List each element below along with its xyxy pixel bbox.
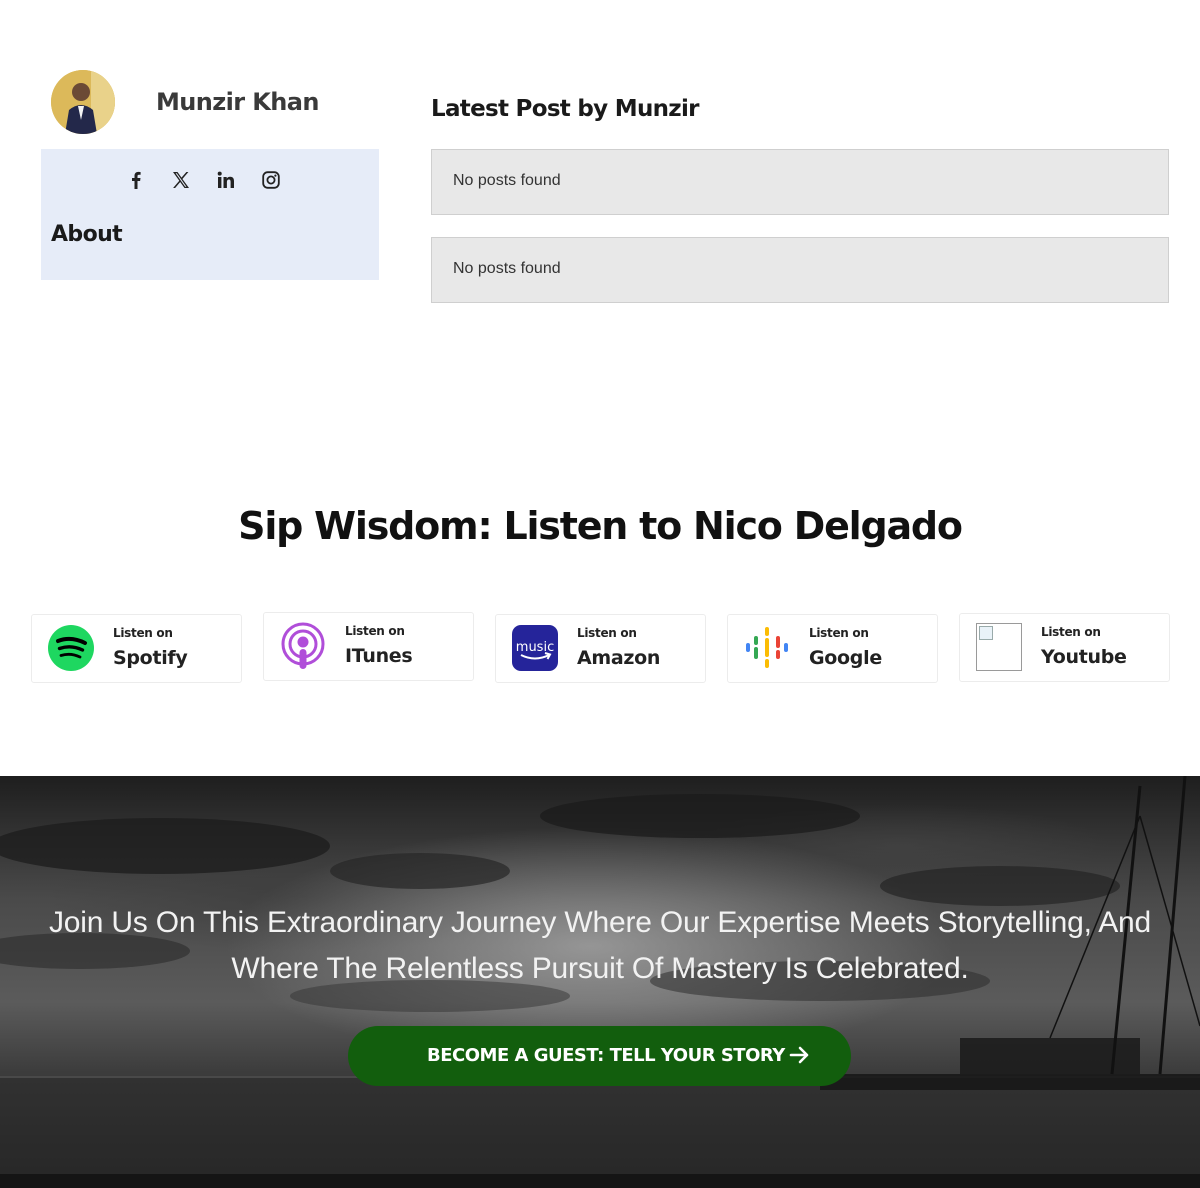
listen-on-label: Listen on [1041,625,1101,639]
social-links [41,169,379,191]
author-photo [51,70,115,134]
listen-on-label: Listen on [809,626,869,640]
become-guest-label: BECOME A GUEST: TELL YOUR STORY [427,1045,785,1066]
become-guest-button[interactable]: BECOME A GUEST: TELL YOUR STORY [348,1026,851,1086]
instagram-icon[interactable] [261,169,280,191]
svg-text:music: music [516,640,554,655]
x-twitter-icon[interactable] [171,169,190,191]
author-info-box: About [41,149,379,280]
spotify-icon [47,624,95,672]
apple-podcasts-icon [279,622,327,670]
listen-google-button[interactable]: Listen on Google [727,614,938,683]
listen-on-label: Listen on [577,626,637,640]
broken-image-icon [975,623,1023,671]
arrow-right-icon [789,1046,809,1064]
post-list-item: No posts found [431,237,1169,303]
cta-description: Join Us On This Extraordinary Journey Wh… [48,906,1152,985]
google-podcasts-icon [743,624,791,672]
amazon-music-icon: music [511,624,559,672]
platform-name: Google [809,647,882,669]
linkedin-icon[interactable] [216,169,235,191]
facebook-icon[interactable] [126,169,145,191]
cta-banner: Join Us On This Extraordinary Journey Wh… [0,776,1200,1188]
author-avatar [51,70,115,134]
platform-name: Youtube [1041,646,1127,668]
listen-spotify-button[interactable]: Listen on Spotify [31,614,242,683]
platform-name: Amazon [577,647,661,669]
listen-youtube-button[interactable]: Listen on Youtube [959,613,1170,682]
listen-heading: Sip Wisdom: Listen to Nico Delgado [238,504,963,548]
author-name: Munzir Khan [156,88,319,116]
platform-name: ITunes [345,645,413,667]
latest-posts-title: Latest Post by Munzir [431,96,700,122]
listen-amazon-button[interactable]: music Listen on Amazon [495,614,706,683]
platform-name: Spotify [113,647,188,669]
post-list-item: No posts found [431,149,1169,215]
listen-on-label: Listen on [113,626,173,640]
listen-on-label: Listen on [345,624,405,638]
listen-itunes-button[interactable]: Listen on ITunes [263,612,474,681]
about-heading: About [51,222,123,247]
